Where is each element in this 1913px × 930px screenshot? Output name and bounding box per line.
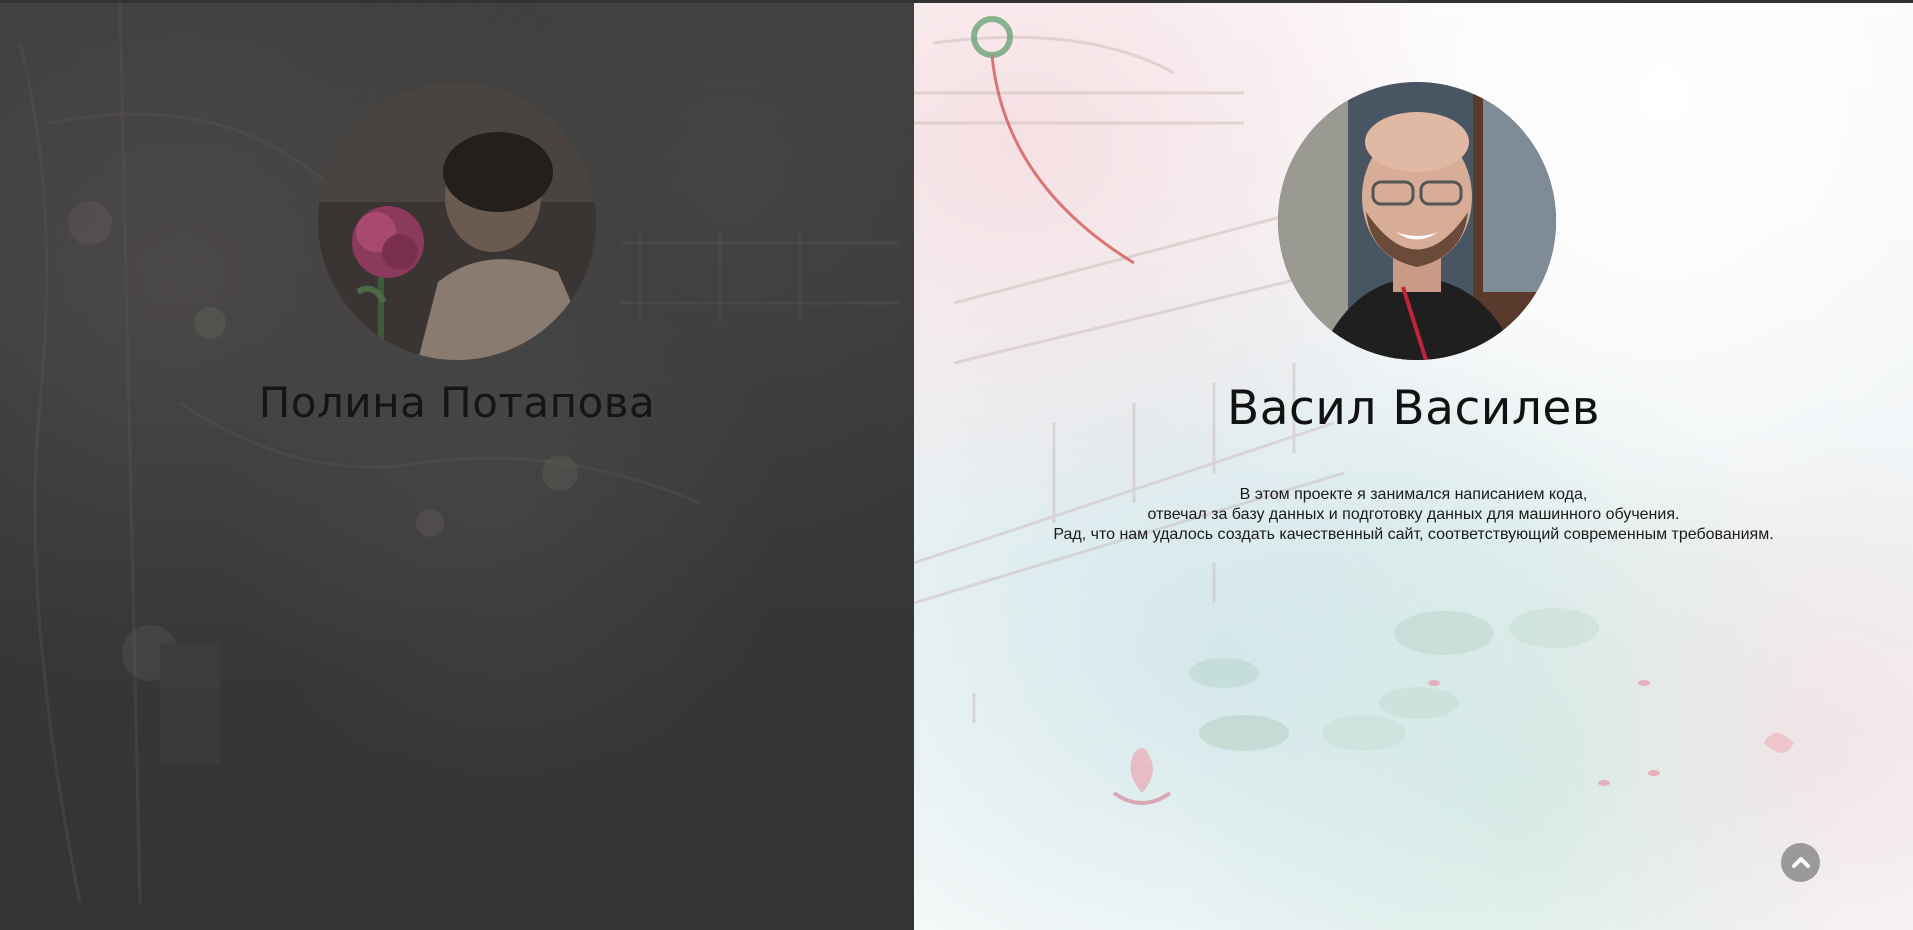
member-bio: В этом проекте я занимался написанием ко… (914, 485, 1913, 545)
member-name: Полина Потапова (258, 378, 656, 427)
member-name: Васил Василев (1227, 381, 1600, 436)
avatar-photo (1278, 82, 1556, 360)
scroll-to-top-button[interactable] (1781, 843, 1820, 882)
chevron-up-icon (1791, 856, 1810, 868)
bio-line: отвечал за базу данных и подготовку данн… (1147, 506, 1680, 523)
bio-line: В этом проекте я занимался написанием ко… (1239, 486, 1588, 503)
avatar (1278, 82, 1556, 360)
avatar (318, 82, 596, 360)
team-member-card-left[interactable]: Полина Потапова (0, 3, 914, 930)
team-member-card-right[interactable]: Васил Василев В этом проекте я занимался… (914, 3, 1913, 930)
bio-line: Рад, что нам удалось создать качественны… (1053, 526, 1774, 543)
avatar-photo (318, 82, 596, 360)
